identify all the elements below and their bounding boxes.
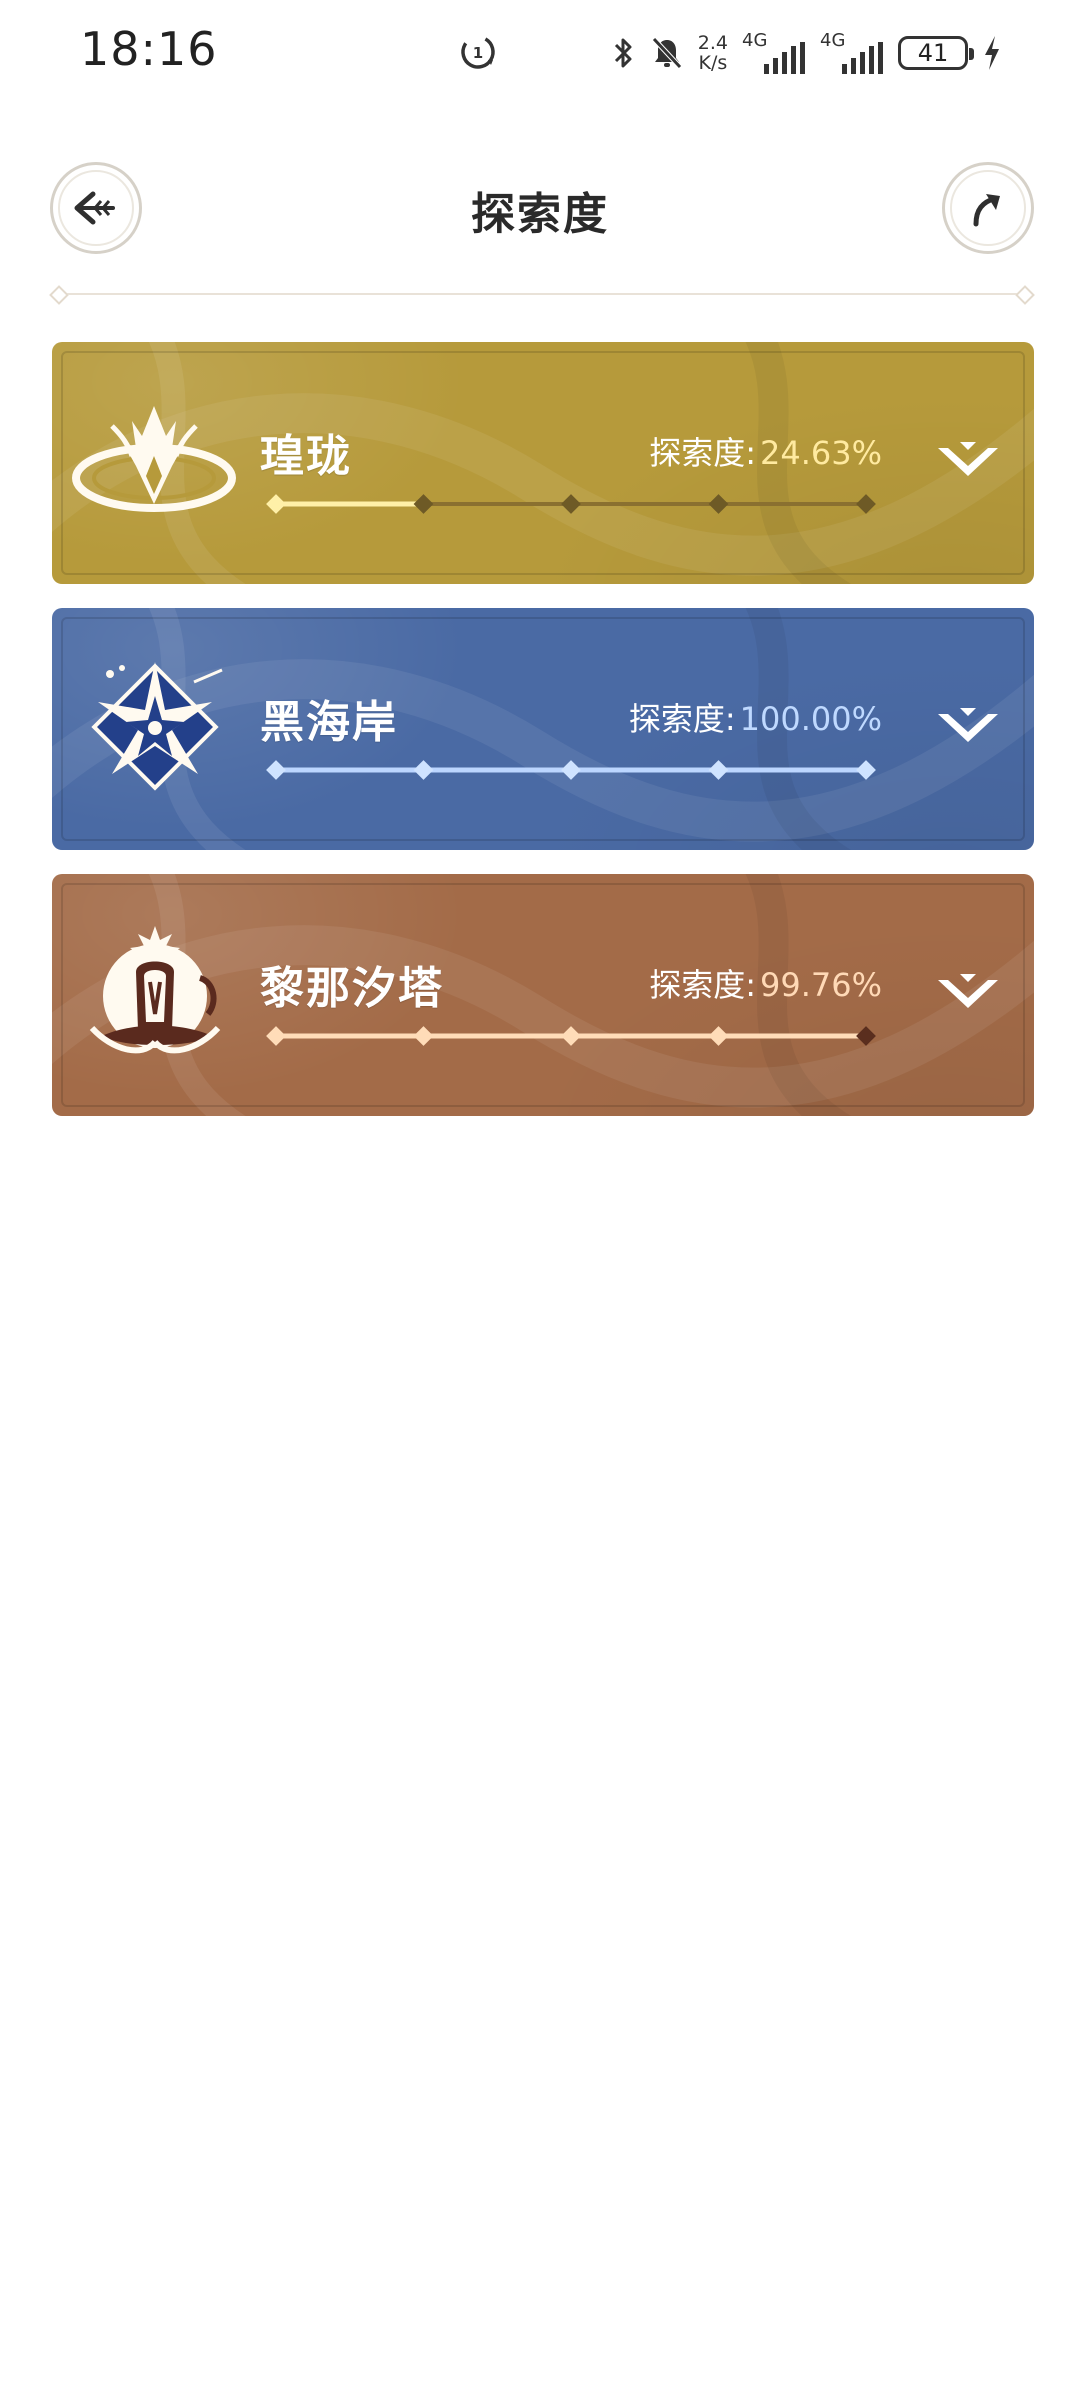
progress-milestone-marker xyxy=(266,494,286,514)
region-card-rinascita[interactable]: 黎那汐塔 探索度: 99.76% xyxy=(52,874,1034,1116)
bluetooth-icon xyxy=(614,38,632,68)
expand-chevron-icon[interactable] xyxy=(932,970,1004,1020)
progress-milestone-marker xyxy=(856,494,876,514)
expand-chevron-icon[interactable] xyxy=(932,704,1004,754)
charging-icon xyxy=(985,36,999,70)
exploration-percent: 24.63% xyxy=(759,434,882,472)
status-time: 18:16 xyxy=(80,22,218,76)
net-speed-unit: K/s xyxy=(698,52,728,74)
exploration-percent: 99.76% xyxy=(759,966,882,1004)
exploration-label: 探索度: xyxy=(649,966,756,1004)
progress-milestone-marker xyxy=(561,494,581,514)
mute-icon xyxy=(651,37,682,69)
progress-milestone-marker xyxy=(856,1026,876,1046)
status-bar: 18:16 1 2.4 K/s 4G 4G 41 xyxy=(0,0,1080,110)
data-saver-icon: 1 xyxy=(461,35,495,69)
signal-icon xyxy=(842,42,883,74)
status-icons: 2.4 K/s 4G 4G 41 xyxy=(612,28,1002,78)
progress-milestone-marker xyxy=(708,1026,729,1046)
exploration-progress-bar xyxy=(266,758,876,782)
exploration-rate: 探索度: 99.76% xyxy=(649,960,882,1006)
battery-level: 41 xyxy=(917,39,949,67)
expand-chevron-icon[interactable] xyxy=(932,438,1004,488)
region-name: 黑海岸 xyxy=(260,697,398,748)
exploration-label: 探索度: xyxy=(628,700,736,738)
region-name: 瑝珑 xyxy=(260,431,352,482)
battery-icon: 41 xyxy=(898,36,974,70)
signal-icon xyxy=(764,42,805,74)
sim2-signal: 4G xyxy=(820,30,884,76)
progress-milestone-marker xyxy=(561,760,581,780)
svg-text:1: 1 xyxy=(473,44,483,62)
exploration-label: 探索度: xyxy=(649,434,756,472)
net-speed-value: 2.4 xyxy=(697,32,728,54)
progress-milestone-marker xyxy=(413,760,434,780)
progress-milestone-marker xyxy=(708,760,729,780)
page-title: 探索度 xyxy=(471,189,609,240)
header: 探索度 xyxy=(0,150,1080,270)
progress-milestone-marker xyxy=(561,1026,581,1046)
region-card-black-shores[interactable]: 黑海岸 探索度: 100.00% xyxy=(52,608,1034,850)
net-speed: 2.4 K/s xyxy=(698,33,728,73)
exploration-rate: 探索度: 100.00% xyxy=(629,694,882,740)
progress-milestone-marker xyxy=(266,1026,286,1046)
header-divider xyxy=(49,285,1035,305)
progress-milestone-marker xyxy=(413,494,434,514)
dragon-emblem-icon xyxy=(72,406,236,512)
exploration-progress-bar xyxy=(266,1024,876,1048)
bell-tower-emblem-icon xyxy=(89,926,221,1054)
region-card-huanglong[interactable]: 瑝珑 探索度: 24.63% xyxy=(52,342,1034,584)
exploration-percent: 100.00% xyxy=(739,700,882,738)
progress-milestone-marker xyxy=(266,760,286,780)
progress-milestone-marker xyxy=(413,1026,434,1046)
progress-milestone-marker xyxy=(856,760,876,780)
exploration-rate: 探索度: 24.63% xyxy=(649,428,882,474)
star-flower-emblem-icon xyxy=(91,662,223,791)
share-arrow-icon xyxy=(973,194,1000,227)
progress-milestone-marker xyxy=(708,494,729,514)
sim1-signal: 4G xyxy=(742,30,806,76)
region-name: 黎那汐塔 xyxy=(260,963,444,1014)
exploration-progress-bar xyxy=(266,492,876,516)
share-button[interactable] xyxy=(942,162,1034,254)
